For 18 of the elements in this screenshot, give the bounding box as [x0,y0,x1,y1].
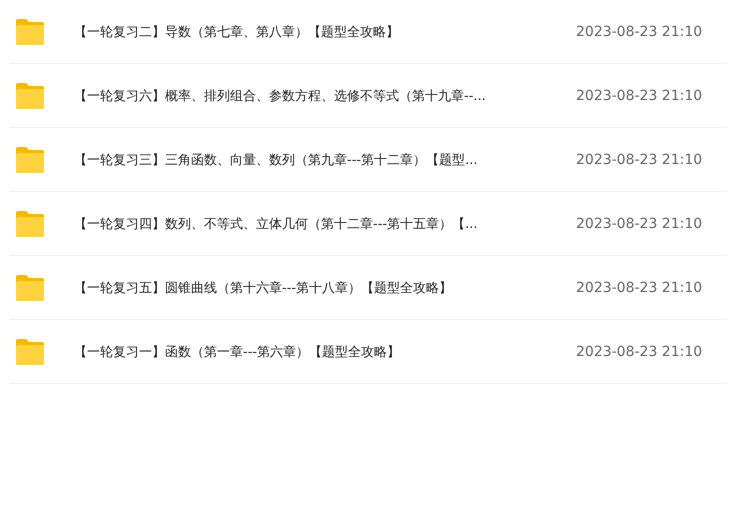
folder-name[interactable]: 【一轮复习四】数列、不等式、立体几何（第十二章---第十五章）【... [74,214,554,232]
folder-icon [14,274,46,302]
folder-name[interactable]: 【一轮复习一】函数（第一章---第六章）【题型全攻略】 [74,342,554,360]
folder-name[interactable]: 【一轮复习二】导数（第七章、第八章）【题型全攻略】 [74,22,554,40]
folder-name[interactable]: 【一轮复习三】三角函数、向量、数列（第九章---第十二章）【题型... [74,150,554,168]
modified-date: 2023-08-23 21:10 [576,280,702,296]
folder-icon [14,210,46,238]
folder-name[interactable]: 【一轮复习五】圆锥曲线（第十六章---第十八章）【题型全攻略】 [74,278,554,296]
modified-date: 2023-08-23 21:10 [576,216,702,232]
modified-date: 2023-08-23 21:10 [576,88,702,104]
folder-icon [14,18,46,46]
folder-icon [14,82,46,110]
modified-date: 2023-08-23 21:10 [576,152,702,168]
folder-name[interactable]: 【一轮复习六】概率、排列组合、参数方程、选修不等式（第十九章--... [74,86,554,104]
folder-icon [14,146,46,174]
modified-date: 2023-08-23 21:10 [576,344,702,360]
folder-icon [14,338,46,366]
modified-date: 2023-08-23 21:10 [576,24,702,40]
